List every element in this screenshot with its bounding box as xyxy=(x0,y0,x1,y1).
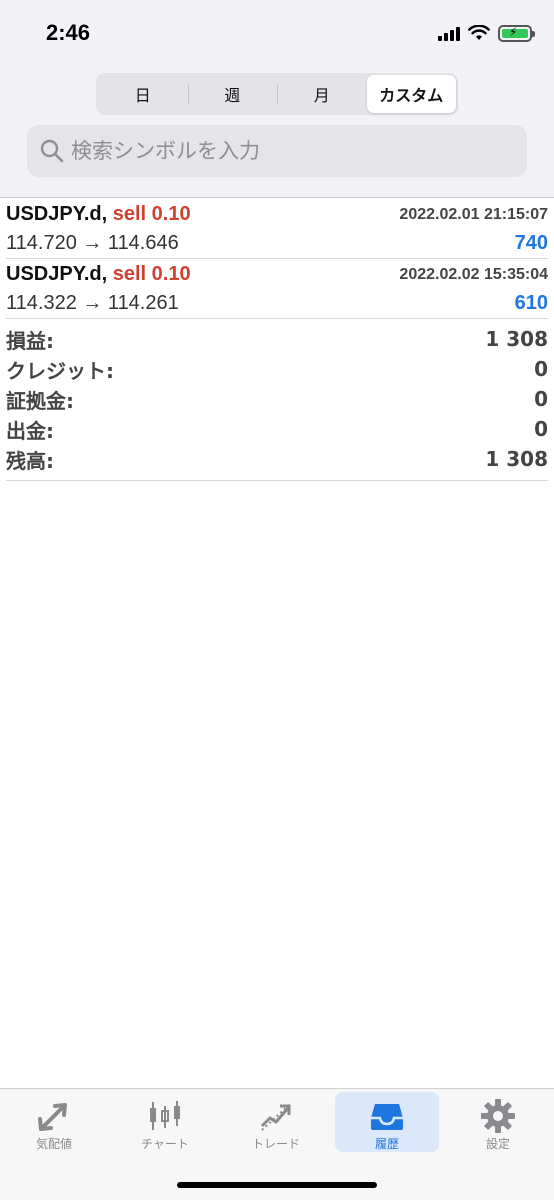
deal-side: sell 0.10 xyxy=(112,203,191,225)
gear-icon xyxy=(478,1098,518,1134)
summary-label: 損益: xyxy=(6,328,54,353)
home-indicator[interactable] xyxy=(177,1182,377,1188)
search-bar[interactable] xyxy=(27,125,527,177)
summary-row-credit: クレジット: 0 xyxy=(6,354,548,384)
deal-profit: 740 xyxy=(514,232,548,254)
segment-week[interactable]: 週 xyxy=(187,75,278,113)
deal-side: sell 0.10 xyxy=(112,263,191,285)
deal-time: 2022.02.01 21:15:07 xyxy=(399,206,548,223)
trade-icon xyxy=(256,1098,296,1134)
summary-label: クレジット: xyxy=(6,358,114,383)
summary-row-profit: 損益: 1 308 xyxy=(6,324,548,354)
summary-row-withdrawal: 出金: 0 xyxy=(6,414,548,444)
divider xyxy=(0,197,554,198)
history-icon xyxy=(367,1098,407,1134)
tab-label: チャート xyxy=(141,1137,189,1151)
summary-value: 1 308 xyxy=(485,327,548,351)
battery-icon: ⚡ xyxy=(498,24,535,42)
deal-header: USDJPY.d, sell 0.10 xyxy=(6,203,191,226)
cellular-signal-icon xyxy=(438,25,460,41)
summary-label: 出金: xyxy=(6,418,54,443)
account-summary: 損益: 1 308 クレジット: 0 証拠金: 0 出金: 0 残高: 1 30… xyxy=(6,324,548,481)
summary-row-deposit: 証拠金: 0 xyxy=(6,384,548,414)
deal-row[interactable]: USDJPY.d, sell 0.10 2022.02.02 15:35:04 … xyxy=(6,259,548,319)
deal-profit: 610 xyxy=(514,292,548,314)
quotes-icon xyxy=(34,1098,74,1134)
search-icon xyxy=(39,138,65,164)
summary-value: 0 xyxy=(534,387,548,411)
tab-quotes[interactable]: 気配値 xyxy=(2,1092,106,1152)
deal-prices: 114.322 → 114.261 xyxy=(6,292,179,314)
summary-value: 0 xyxy=(534,357,548,381)
segment-month[interactable]: 月 xyxy=(277,75,367,113)
summary-label: 残高: xyxy=(6,448,54,473)
tab-label: 気配値 xyxy=(35,1137,72,1151)
tab-trade[interactable]: トレード xyxy=(224,1092,328,1152)
summary-value: 1 308 xyxy=(485,447,548,471)
deal-header: USDJPY.d, sell 0.10 xyxy=(6,263,191,286)
summary-value: 0 xyxy=(534,417,548,441)
tab-label: 設定 xyxy=(485,1137,510,1151)
tab-history[interactable]: 履歴 xyxy=(335,1092,439,1152)
summary-label: 証拠金: xyxy=(6,388,74,413)
tab-chart[interactable]: チャート xyxy=(113,1092,217,1152)
status-time: 2:46 xyxy=(46,20,91,45)
deal-symbol: USDJPY.d, xyxy=(6,263,108,285)
tab-settings[interactable]: 設定 xyxy=(446,1092,550,1152)
search-input[interactable] xyxy=(71,139,491,163)
segment-day[interactable]: 日 xyxy=(98,75,188,113)
deal-row[interactable]: USDJPY.d, sell 0.10 2022.02.01 21:15:07 … xyxy=(6,199,548,259)
wifi-icon xyxy=(468,25,490,40)
deal-time: 2022.02.02 15:35:04 xyxy=(399,266,548,283)
summary-row-balance: 残高: 1 308 xyxy=(6,444,548,474)
tab-label: 履歴 xyxy=(374,1137,399,1151)
tab-label: トレード xyxy=(251,1137,300,1151)
period-segmented-control: 日 週 月 カスタム xyxy=(96,73,458,115)
deal-symbol: USDJPY.d, xyxy=(6,203,108,225)
deal-prices: 114.720 → 114.646 xyxy=(6,232,179,254)
status-icons: ⚡ xyxy=(438,22,535,44)
candlestick-icon xyxy=(145,1098,185,1134)
segment-custom[interactable]: カスタム xyxy=(366,75,456,113)
